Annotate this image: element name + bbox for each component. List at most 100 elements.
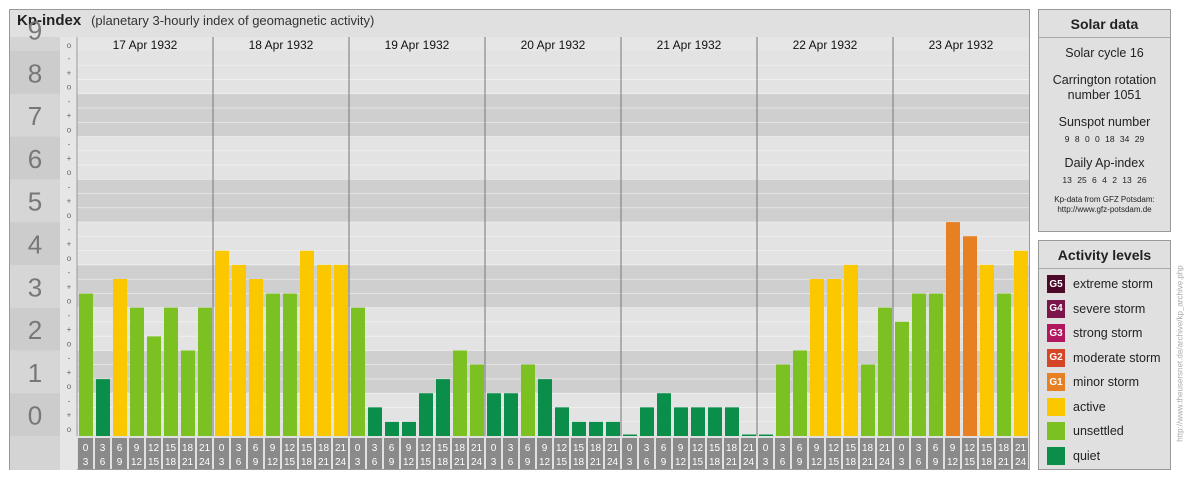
y-sub-tick-label: -	[68, 268, 71, 277]
hour-tick-end: 9	[661, 457, 667, 468]
hour-tick-end: 3	[627, 457, 633, 468]
hour-tick-end: 12	[947, 457, 959, 468]
hour-tick-start: 3	[780, 443, 786, 454]
y-sub-tick-label: +	[67, 282, 72, 291]
hour-tick-start: 12	[148, 443, 160, 454]
y-tick-label: 0	[28, 401, 42, 431]
hour-tick-start: 9	[134, 443, 140, 454]
kp-bar	[1014, 250, 1028, 436]
hour-tick-end: 9	[389, 457, 395, 468]
hour-tick-end: 18	[709, 457, 721, 468]
kp-bar	[963, 236, 977, 436]
kp-bar	[606, 421, 620, 436]
watermark: http://www.theusersnet.de/archive/kp_arc…	[1175, 265, 1184, 442]
hour-tick-end: 3	[83, 457, 89, 468]
y-sub-tick-label: +	[67, 111, 72, 120]
y-tick-label: 6	[28, 144, 42, 174]
hour-tick-start: 6	[661, 443, 667, 454]
hour-tick-end: 18	[573, 457, 585, 468]
level-color-swatch: G2	[1047, 348, 1065, 367]
hour-tick-start: 18	[998, 443, 1010, 454]
level-color-swatch: G3	[1047, 324, 1065, 343]
hour-tick-end: 15	[556, 457, 568, 468]
hour-tick-end: 12	[131, 457, 143, 468]
solar-data-title: Solar data	[1039, 10, 1170, 38]
kp-bar	[946, 222, 960, 436]
kp-bar	[997, 293, 1011, 436]
hour-tick-start: 9	[542, 443, 548, 454]
hour-tick-start: 21	[743, 443, 755, 454]
hour-tick-start: 6	[525, 443, 531, 454]
ap-index-values: 13 25 6 4 2 13 26	[1062, 175, 1147, 185]
hour-tick-end: 15	[828, 457, 840, 468]
level-color-swatch	[1047, 397, 1065, 416]
kp-bar	[334, 264, 348, 436]
hour-tick-start: 15	[437, 443, 449, 454]
hour-tick-start: 6	[117, 443, 123, 454]
hour-tick-start: 18	[182, 443, 194, 454]
kp-bar	[742, 434, 756, 436]
activity-level-item: G1 minor storm	[1039, 370, 1170, 395]
hour-tick-end: 21	[182, 457, 194, 468]
hour-tick-end: 18	[437, 457, 449, 468]
hour-tick-end: 21	[862, 457, 874, 468]
kp-bar	[725, 407, 739, 436]
hour-tick-end: 12	[267, 457, 279, 468]
hour-tick-start: 6	[253, 443, 259, 454]
kp-bar	[181, 350, 195, 436]
hour-tick-start: 21	[335, 443, 347, 454]
activity-level-item: G4 severe storm	[1039, 297, 1170, 322]
hour-tick-end: 9	[117, 457, 123, 468]
hour-tick-start: 18	[862, 443, 874, 454]
hour-tick-start: 18	[454, 443, 466, 454]
y-sub-tick-label: +	[67, 411, 72, 420]
kp-bar	[555, 407, 569, 436]
kp-bar	[929, 293, 943, 436]
hour-tick-start: 15	[165, 443, 177, 454]
hour-tick-start: 3	[372, 443, 378, 454]
hour-tick-start: 0	[83, 443, 89, 454]
level-color-swatch	[1047, 446, 1065, 465]
level-label: quiet	[1073, 448, 1101, 463]
hour-tick-end: 15	[148, 457, 160, 468]
y-tick-label: 8	[28, 58, 42, 88]
hour-tick-end: 15	[964, 457, 976, 468]
y-sub-tick-label: o	[67, 382, 72, 391]
hour-tick-end: 6	[780, 457, 786, 468]
hour-tick-end: 15	[692, 457, 704, 468]
hour-tick-start: 6	[389, 443, 395, 454]
kp-bar	[674, 407, 688, 436]
ap-index-title: Daily Ap-index	[1064, 156, 1145, 170]
carrington-line-1: Carrington rotation	[1052, 73, 1157, 87]
y-sub-tick-label: o	[67, 425, 72, 434]
y-tick-label: 2	[28, 315, 42, 345]
activity-level-item: G3 strong storm	[1039, 321, 1170, 346]
level-color-swatch: G5	[1047, 275, 1065, 294]
date-label: 19 Apr 1932	[385, 38, 450, 52]
hour-tick-end: 9	[253, 457, 259, 468]
hour-tick-start: 9	[406, 443, 412, 454]
hour-tick-end: 12	[403, 457, 415, 468]
hour-tick-start: 0	[355, 443, 361, 454]
y-sub-tick-label: +	[67, 197, 72, 206]
hour-tick-end: 12	[539, 457, 551, 468]
kp-bar	[504, 393, 518, 436]
kp-bar	[657, 393, 671, 436]
y-tick-label: 4	[28, 230, 42, 260]
hour-tick-end: 9	[933, 457, 939, 468]
hour-tick-start: 9	[270, 443, 276, 454]
solar-data-panel: Solar data Solar cycle 16 Carrington rot…	[1038, 9, 1171, 232]
hour-tick-end: 24	[1015, 457, 1027, 468]
kp-bar	[708, 407, 722, 436]
hour-tick-start: 15	[845, 443, 857, 454]
credit-line-1: Kp-data from GFZ Potsdam:	[1054, 195, 1155, 204]
kp-bar	[521, 364, 535, 436]
activity-level-item: quiet	[1039, 444, 1170, 469]
hour-tick-start: 0	[763, 443, 769, 454]
level-label: severe storm	[1073, 301, 1146, 316]
y-sub-tick-label: o	[67, 41, 72, 50]
hour-tick-start: 9	[678, 443, 684, 454]
hour-tick-start: 0	[627, 443, 633, 454]
hour-tick-start: 21	[607, 443, 619, 454]
kp-bar	[249, 279, 263, 436]
